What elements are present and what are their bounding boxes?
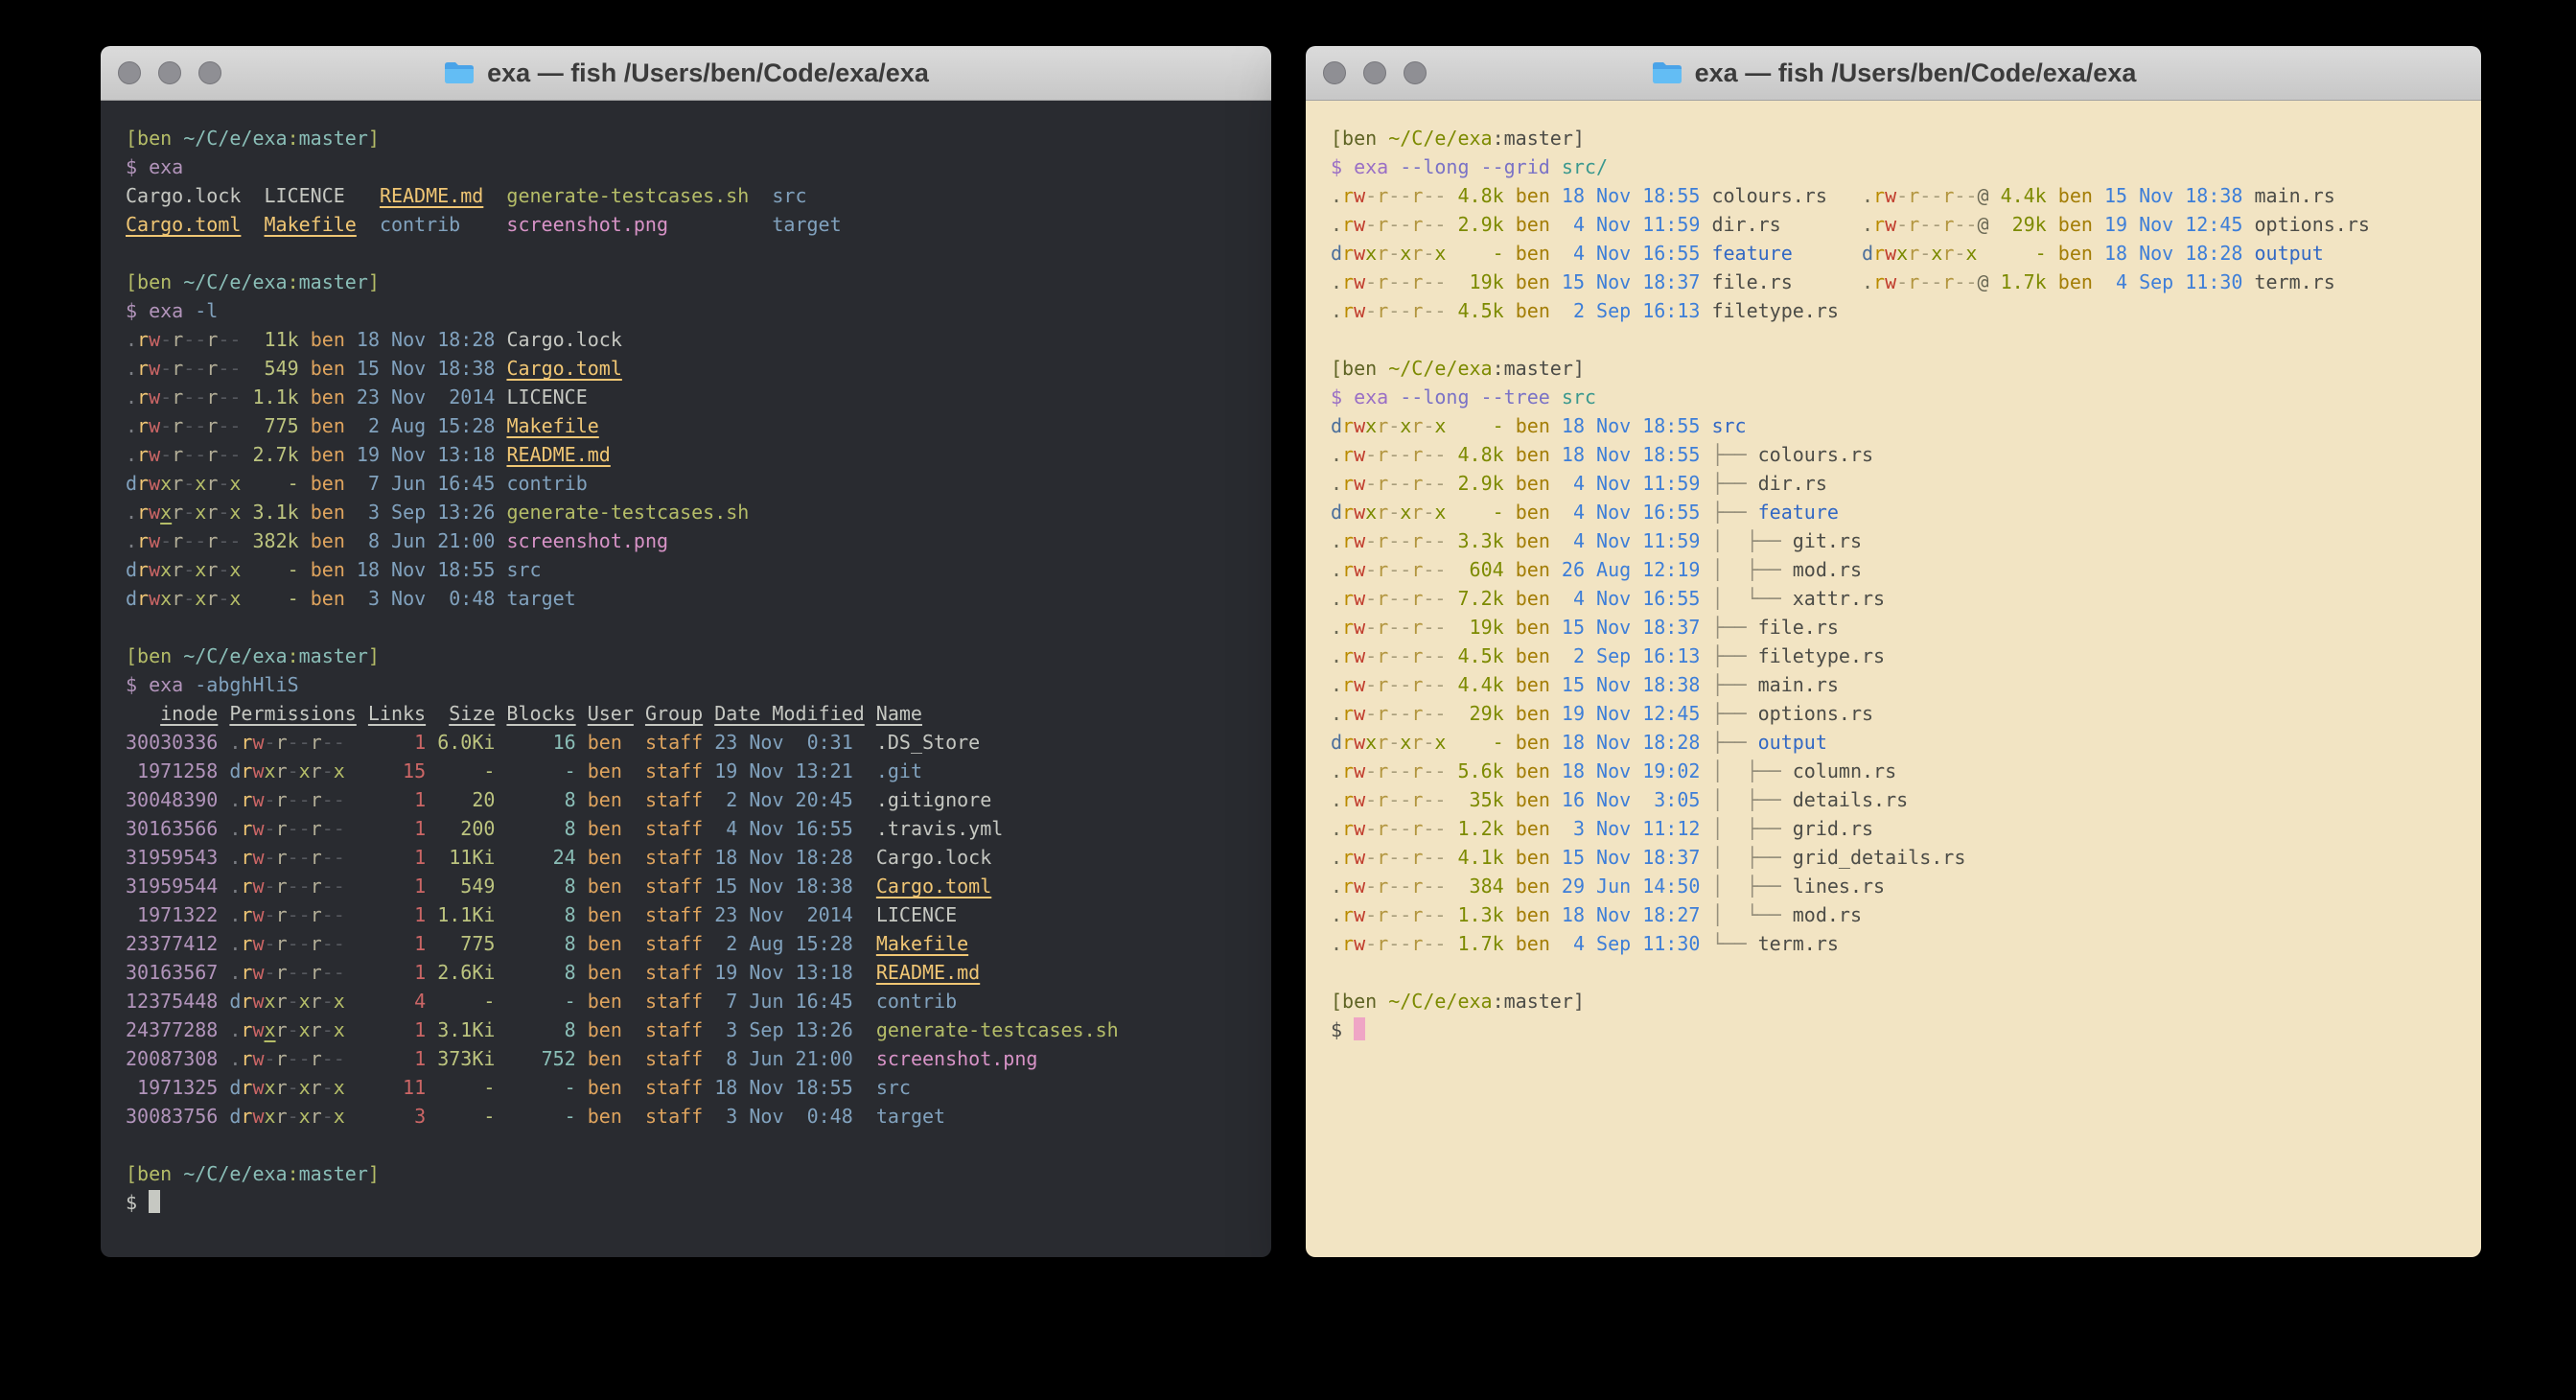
terminal-line: drwxr-xr-x - ben 18 Nov 18:28 ├── output [1331,728,2481,757]
terminal-line: drwxr-xr-x - ben 4 Nov 16:55 ├── feature [1331,498,2481,526]
terminal-line [1331,958,2481,987]
terminal-window-dark: exa — fish /Users/ben/Code/exa/exa [ben … [101,46,1271,1257]
terminal-line: [ben ~/C/e/exa:master] [1331,354,2481,383]
terminal-line: .rwxr-xr-x 3.1k ben 3 Sep 13:26 generate… [126,498,1271,526]
terminal-line: .rw-r--r-- 35k ben 16 Nov 3:05 │ ├── det… [1331,785,2481,814]
terminal-line: 12375448 drwxr-xr-x 4 - - ben staff 7 Ju… [126,987,1271,1015]
terminal-line: .rw-r--r-- 1.3k ben 18 Nov 18:27 │ └── m… [1331,900,2481,929]
traffic-lights [118,61,221,84]
terminal-line: .rw-r--r-- 19k ben 15 Nov 18:37 file.rs … [1331,268,2481,296]
terminal-line: .rw-r--r-- 3.3k ben 4 Nov 11:59 │ ├── gi… [1331,526,2481,555]
terminal-line: inode Permissions Links Size Blocks User… [126,699,1271,728]
terminal-line: .rw-r--r-- 2.7k ben 19 Nov 13:18 README.… [126,440,1271,469]
terminal-line: 30083756 drwxr-xr-x 3 - - ben staff 3 No… [126,1102,1271,1131]
terminal-line: 30163567 .rw-r--r-- 1 2.6Ki 8 ben staff … [126,958,1271,987]
terminal-line: .rw-r--r-- 382k ben 8 Jun 21:00 screensh… [126,526,1271,555]
terminal-line: Cargo.toml Makefile contrib screenshot.p… [126,210,1271,239]
close-button[interactable] [1323,61,1346,84]
folder-icon [1651,59,1683,86]
terminal-line: $ exa -l [126,296,1271,325]
minimize-button[interactable] [158,61,181,84]
terminal-window-light: exa — fish /Users/ben/Code/exa/exa [ben … [1306,46,2481,1257]
folder-icon [443,59,476,86]
terminal-line: [ben ~/C/e/exa:master] [126,124,1271,152]
terminal-line: .rw-r--r-- 1.1k ben 23 Nov 2014 LICENCE [126,383,1271,411]
terminal-line: .rw-r--r-- 5.6k ben 18 Nov 19:02 │ ├── c… [1331,757,2481,785]
terminal-line [126,613,1271,642]
window-title: exa — fish /Users/ben/Code/exa/exa [443,58,929,88]
terminal-cursor [1354,1017,1365,1040]
title-bar[interactable]: exa — fish /Users/ben/Code/exa/exa [1306,46,2481,101]
terminal-line: 30048390 .rw-r--r-- 1 20 8 ben staff 2 N… [126,785,1271,814]
terminal-line: .rw-r--r-- 1.7k ben 4 Sep 11:30 └── term… [1331,929,2481,958]
terminal-line: [ben ~/C/e/exa:master] [1331,987,2481,1015]
terminal-line: .rw-r--r-- 7.2k ben 4 Nov 16:55 │ └── xa… [1331,584,2481,613]
terminal-line: .rw-r--r-- 2.9k ben 4 Nov 11:59 ├── dir.… [1331,469,2481,498]
traffic-lights [1323,61,1427,84]
terminal-line [126,239,1271,268]
terminal-line: .rw-r--r-- 4.4k ben 15 Nov 18:38 ├── mai… [1331,670,2481,699]
zoom-button[interactable] [198,61,221,84]
terminal-line: .rw-r--r-- 4.8k ben 18 Nov 18:55 colours… [1331,181,2481,210]
terminal-line: .rw-r--r-- 549 ben 15 Nov 18:38 Cargo.to… [126,354,1271,383]
terminal-line: $ [126,1188,1271,1217]
window-title-text: exa — fish /Users/ben/Code/exa/exa [1695,58,2137,88]
terminal-line [126,1131,1271,1159]
terminal-line: .rw-r--r-- 11k ben 18 Nov 18:28 Cargo.lo… [126,325,1271,354]
terminal-line: [ben ~/C/e/exa:master] [1331,124,2481,152]
terminal-line: 1971322 .rw-r--r-- 1 1.1Ki 8 ben staff 2… [126,900,1271,929]
terminal-line: [ben ~/C/e/exa:master] [126,1159,1271,1188]
terminal-line: $ exa --long --tree src [1331,383,2481,411]
terminal-line [1331,325,2481,354]
terminal-line: 23377412 .rw-r--r-- 1 775 8 ben staff 2 … [126,929,1271,958]
title-bar[interactable]: exa — fish /Users/ben/Code/exa/exa [101,46,1271,101]
window-title-text: exa — fish /Users/ben/Code/exa/exa [487,58,929,88]
terminal-line: 1971258 drwxr-xr-x 15 - - ben staff 19 N… [126,757,1271,785]
terminal-line: 20087308 .rw-r--r-- 1 373Ki 752 ben staf… [126,1044,1271,1073]
terminal-line: 30163566 .rw-r--r-- 1 200 8 ben staff 4 … [126,814,1271,843]
terminal-output-dark[interactable]: [ben ~/C/e/exa:master]$ exaCargo.lock LI… [101,101,1271,1257]
terminal-line: .rw-r--r-- 4.8k ben 18 Nov 18:55 ├── col… [1331,440,2481,469]
terminal-line: 1971325 drwxr-xr-x 11 - - ben staff 18 N… [126,1073,1271,1102]
terminal-line: [ben ~/C/e/exa:master] [126,642,1271,670]
terminal-line: $ exa -abghHliS [126,670,1271,699]
terminal-line: .rw-r--r-- 4.5k ben 2 Sep 16:13 ├── file… [1331,642,2481,670]
window-title: exa — fish /Users/ben/Code/exa/exa [1651,58,2137,88]
terminal-line: .rw-r--r-- 4.1k ben 15 Nov 18:37 │ ├── g… [1331,843,2481,872]
terminal-line: drwxr-xr-x - ben 18 Nov 18:55 src [126,555,1271,584]
terminal-line: 30030336 .rw-r--r-- 1 6.0Ki 16 ben staff… [126,728,1271,757]
terminal-line: 24377288 .rwxr-xr-x 1 3.1Ki 8 ben staff … [126,1015,1271,1044]
terminal-line: drwxr-xr-x - ben 4 Nov 16:55 feature drw… [1331,239,2481,268]
desktop: { "window": { "title": "exa — fish /User… [0,0,2576,1400]
terminal-line: .rw-r--r-- 4.5k ben 2 Sep 16:13 filetype… [1331,296,2481,325]
zoom-button[interactable] [1404,61,1427,84]
terminal-line: $ exa [126,152,1271,181]
terminal-line: .rw-r--r-- 1.2k ben 3 Nov 11:12 │ ├── gr… [1331,814,2481,843]
terminal-line: .rw-r--r-- 775 ben 2 Aug 15:28 Makefile [126,411,1271,440]
terminal-line: drwxr-xr-x - ben 18 Nov 18:55 src [1331,411,2481,440]
terminal-line: 31959544 .rw-r--r-- 1 549 8 ben staff 15… [126,872,1271,900]
terminal-line: .rw-r--r-- 384 ben 29 Jun 14:50 │ ├── li… [1331,872,2481,900]
terminal-line: [ben ~/C/e/exa:master] [126,268,1271,296]
terminal-line: drwxr-xr-x - ben 7 Jun 16:45 contrib [126,469,1271,498]
terminal-line: .rw-r--r-- 2.9k ben 4 Nov 11:59 dir.rs .… [1331,210,2481,239]
terminal-line: $ [1331,1015,2481,1044]
minimize-button[interactable] [1363,61,1386,84]
terminal-line: .rw-r--r-- 19k ben 15 Nov 18:37 ├── file… [1331,613,2481,642]
terminal-output-light[interactable]: [ben ~/C/e/exa:master]$ exa --long --gri… [1306,101,2481,1257]
terminal-line: drwxr-xr-x - ben 3 Nov 0:48 target [126,584,1271,613]
terminal-line: .rw-r--r-- 29k ben 19 Nov 12:45 ├── opti… [1331,699,2481,728]
terminal-line: Cargo.lock LICENCE README.md generate-te… [126,181,1271,210]
terminal-line: .rw-r--r-- 604 ben 26 Aug 12:19 │ ├── mo… [1331,555,2481,584]
terminal-line: 31959543 .rw-r--r-- 1 11Ki 24 ben staff … [126,843,1271,872]
terminal-cursor [149,1190,160,1213]
close-button[interactable] [118,61,141,84]
terminal-line: $ exa --long --grid src/ [1331,152,2481,181]
